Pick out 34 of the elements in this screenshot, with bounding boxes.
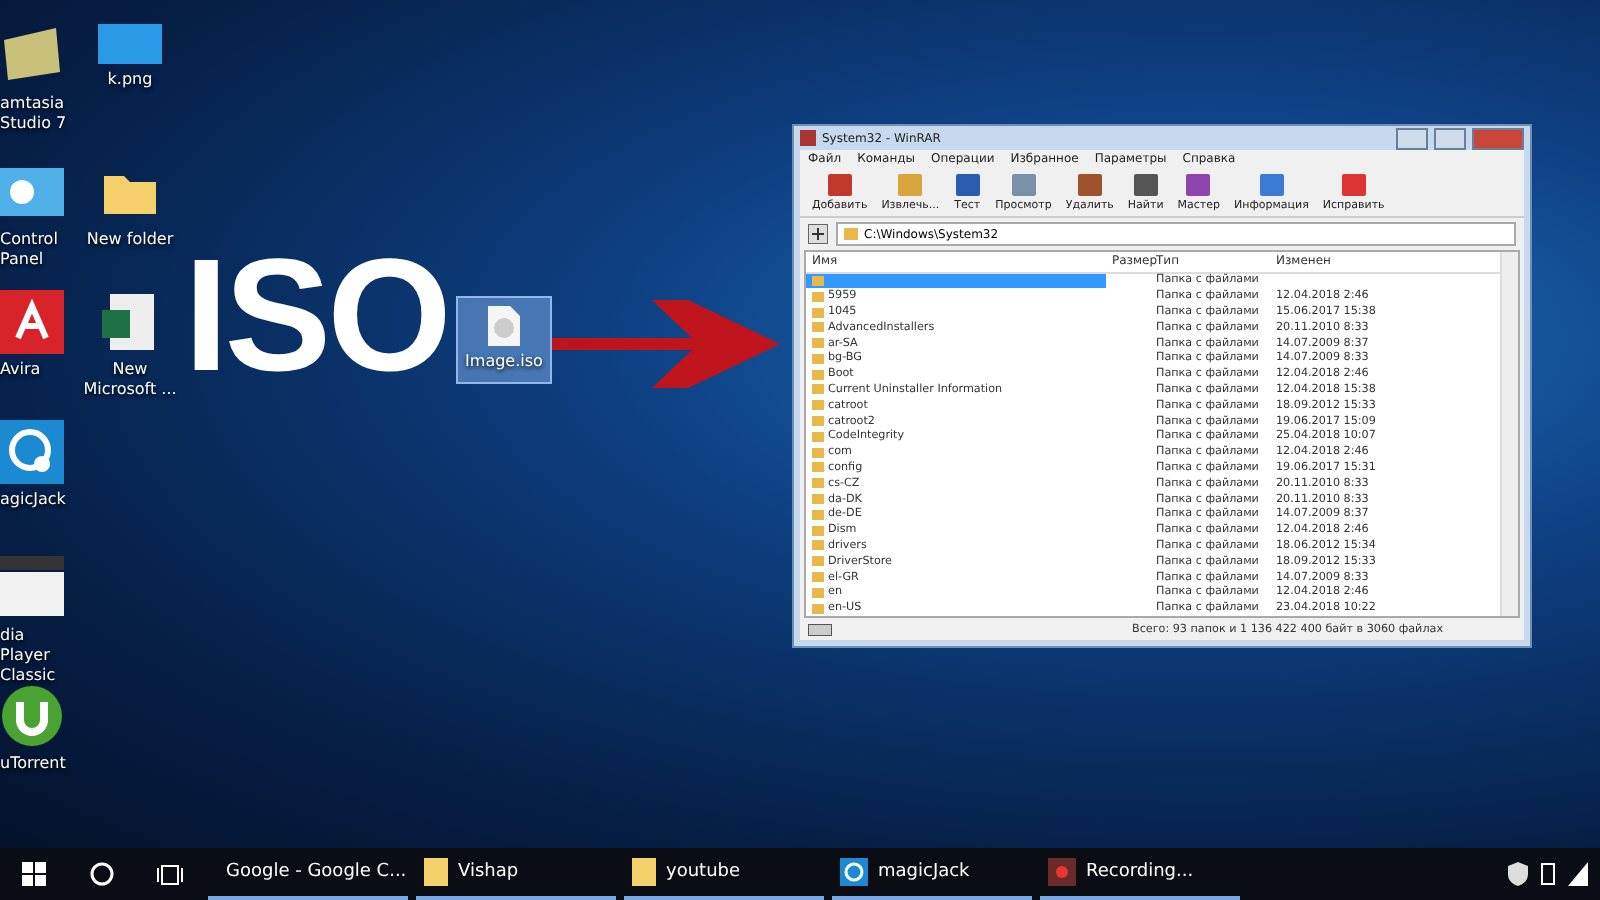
taskbar-app[interactable]: Recording... [1040, 848, 1240, 900]
desktop-file[interactable]: Image.iso [456, 296, 552, 384]
maximize-button[interactable] [1434, 127, 1466, 149]
task-view-icon [156, 863, 184, 885]
recorder-icon [1048, 858, 1076, 886]
taskbar-app[interactable]: Vishap [416, 848, 616, 900]
battery-icon [1540, 862, 1556, 886]
disc-file-icon [486, 304, 522, 348]
minimize-button[interactable] [1396, 127, 1428, 149]
icon-label: agicJack [0, 490, 66, 510]
icon-label: New Microsoft ... [81, 360, 179, 400]
folder-icon [632, 858, 656, 886]
icon-label: New folder [86, 230, 174, 250]
folder-icon [844, 228, 858, 240]
overlay-title: ISO [184, 236, 448, 396]
icon-label: Avira [0, 360, 41, 380]
windows-logo-icon [22, 862, 46, 886]
icon-label: amtasia Studio 7 [0, 94, 69, 134]
folder-icon [424, 858, 448, 886]
taskbar-app[interactable]: Google - Google C... [208, 848, 408, 900]
taskbar-app[interactable]: youtube [624, 848, 824, 900]
icon-label: uTorrent [0, 754, 66, 774]
network-icon [1568, 862, 1588, 886]
taskbar-app[interactable]: magicJack [832, 848, 1032, 900]
clapperboard-icon [0, 556, 64, 620]
icon-label: k.png [107, 70, 153, 90]
close-button[interactable] [1472, 127, 1524, 149]
app-icon [800, 130, 816, 146]
icon-label: dia Player Classic [0, 626, 58, 686]
shield-icon [1508, 862, 1528, 886]
up-folder-icon[interactable] [808, 224, 828, 244]
image-file-icon [98, 24, 162, 64]
circle-icon [90, 862, 114, 886]
icon-label: Control Panel [0, 230, 60, 270]
